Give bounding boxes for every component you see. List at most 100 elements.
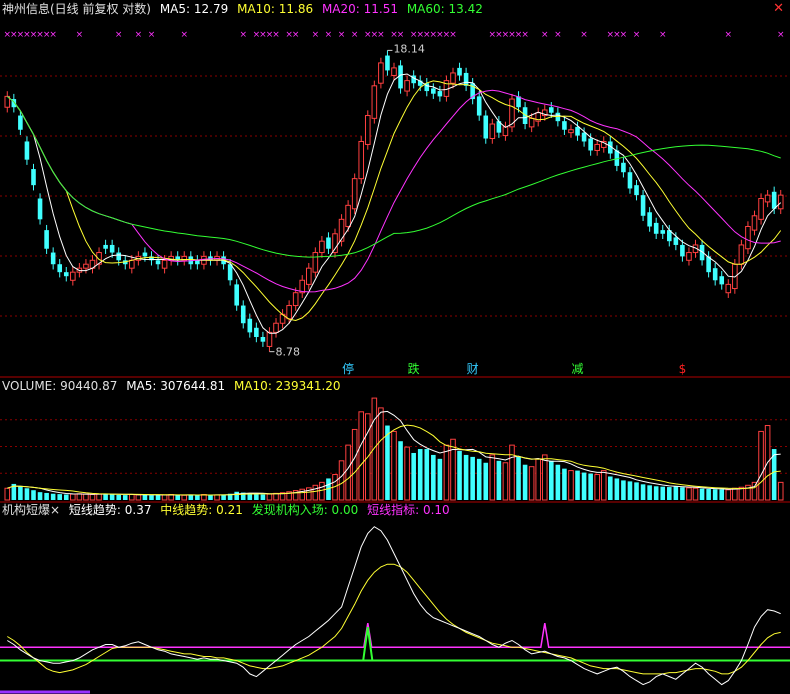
signal-marker: × bbox=[351, 30, 359, 40]
candle-down bbox=[581, 132, 587, 142]
volume-bar-down bbox=[575, 470, 580, 500]
candle-down bbox=[562, 121, 567, 130]
candle-down bbox=[457, 67, 462, 76]
candle-down bbox=[431, 88, 436, 94]
candle-down bbox=[18, 115, 23, 130]
candle-down bbox=[647, 212, 652, 227]
volume-bar-down bbox=[608, 476, 613, 500]
volume-bar-down bbox=[385, 425, 390, 500]
candle-down bbox=[437, 91, 443, 97]
volume-bar-down bbox=[522, 464, 528, 500]
volume-bar-up bbox=[489, 454, 496, 501]
candle-up bbox=[528, 117, 535, 128]
high-price-label: 18.14 bbox=[393, 42, 425, 55]
volume-bar-down bbox=[424, 449, 430, 500]
volume-bar-up bbox=[535, 458, 541, 501]
candle-down bbox=[63, 272, 69, 277]
volume-bar-down bbox=[549, 460, 554, 500]
volume-bar-down bbox=[719, 489, 725, 500]
candle-down bbox=[240, 305, 246, 324]
signal-marker: × bbox=[620, 30, 628, 40]
candle-down bbox=[57, 264, 63, 273]
volume-bar-up bbox=[83, 493, 89, 501]
candle-up bbox=[345, 204, 351, 227]
volume-bar-down bbox=[142, 494, 148, 500]
candle-down bbox=[719, 276, 725, 285]
candle-down bbox=[398, 65, 403, 89]
mid-trend-line bbox=[7, 563, 781, 675]
candle-down bbox=[712, 268, 718, 281]
volume-bar-down bbox=[234, 491, 239, 500]
volume-bar-up bbox=[725, 489, 732, 501]
volume-bar-up bbox=[509, 444, 515, 501]
volume-bar-up bbox=[273, 492, 279, 501]
candle-down bbox=[24, 141, 30, 160]
candle-up bbox=[686, 252, 692, 261]
candle-up bbox=[129, 259, 135, 269]
low-price-label: 8.78 bbox=[275, 346, 300, 359]
candle-up bbox=[338, 218, 345, 242]
volume-bar-down bbox=[155, 495, 161, 500]
volume-bar-down bbox=[562, 468, 567, 500]
volume-bar-down bbox=[496, 460, 502, 500]
signal-marker: × bbox=[76, 30, 84, 40]
volume-bar-down bbox=[149, 495, 154, 500]
volume-bar-down bbox=[175, 495, 180, 500]
volume-bar-down bbox=[680, 487, 685, 500]
volume-bar-down bbox=[463, 454, 469, 500]
candle-down bbox=[103, 244, 108, 249]
signal-marker: × bbox=[292, 30, 300, 40]
volume-bar-down bbox=[31, 490, 36, 500]
volume-bar-up bbox=[345, 444, 351, 501]
volume-bar-up bbox=[443, 444, 450, 501]
signal-marker: × bbox=[521, 30, 529, 40]
volume-bar-down bbox=[673, 486, 679, 500]
candle-up bbox=[292, 292, 299, 307]
candle-up bbox=[319, 240, 325, 254]
candle-up bbox=[364, 115, 371, 145]
volume-bar-up bbox=[338, 460, 345, 501]
signal-marker: × bbox=[659, 30, 667, 40]
candle-down bbox=[109, 244, 115, 253]
volume-bar-up bbox=[594, 474, 600, 501]
volume-bar-up bbox=[181, 494, 188, 501]
stock-chart[interactable]: × × × × × × × × × × × × × × × × × × × × × × × × × × × × × × × × × × × × × × × ×… bbox=[0, 0, 790, 694]
volume-bar-down bbox=[37, 492, 43, 500]
candle-up bbox=[489, 123, 496, 140]
signal-marker: × bbox=[397, 30, 405, 40]
candle-down bbox=[771, 191, 777, 209]
signal-marker: × bbox=[580, 30, 588, 40]
volume-bar-up bbox=[4, 487, 11, 501]
candle-up bbox=[83, 263, 89, 269]
candle-down bbox=[483, 115, 489, 139]
volume-bar-up bbox=[266, 493, 273, 501]
entry-signal-spike bbox=[362, 626, 374, 661]
signal-marker: × bbox=[541, 30, 549, 40]
volume-bar-up bbox=[161, 494, 168, 501]
signal-marker: × bbox=[272, 30, 280, 40]
volume-bar-down bbox=[653, 486, 659, 500]
volume-bar-down bbox=[57, 494, 63, 500]
volume-bar-up bbox=[89, 494, 96, 501]
volume-bar-down bbox=[712, 489, 718, 500]
signal-marker: × bbox=[725, 30, 733, 40]
signal-marker: × bbox=[325, 30, 333, 40]
candle-up bbox=[358, 140, 365, 180]
volume-bar-up bbox=[129, 494, 135, 501]
volume-bar-down bbox=[116, 494, 121, 500]
candle-down bbox=[634, 185, 639, 196]
volume-bar-up bbox=[70, 493, 76, 501]
signal-marker: × bbox=[554, 30, 562, 40]
candle-up bbox=[450, 72, 456, 84]
volume-bar-up bbox=[751, 481, 758, 501]
candle-up bbox=[764, 194, 771, 203]
candle-up bbox=[70, 271, 76, 281]
volume-bar-down bbox=[63, 494, 69, 500]
event-marker: 跌 bbox=[408, 361, 420, 376]
volume-bar-down bbox=[188, 494, 194, 500]
volume-bar-down bbox=[516, 456, 521, 500]
volume-bar-up bbox=[312, 484, 319, 501]
ma10-line bbox=[6, 80, 782, 322]
volume-bar-up bbox=[135, 494, 142, 501]
candle-down bbox=[627, 172, 633, 189]
